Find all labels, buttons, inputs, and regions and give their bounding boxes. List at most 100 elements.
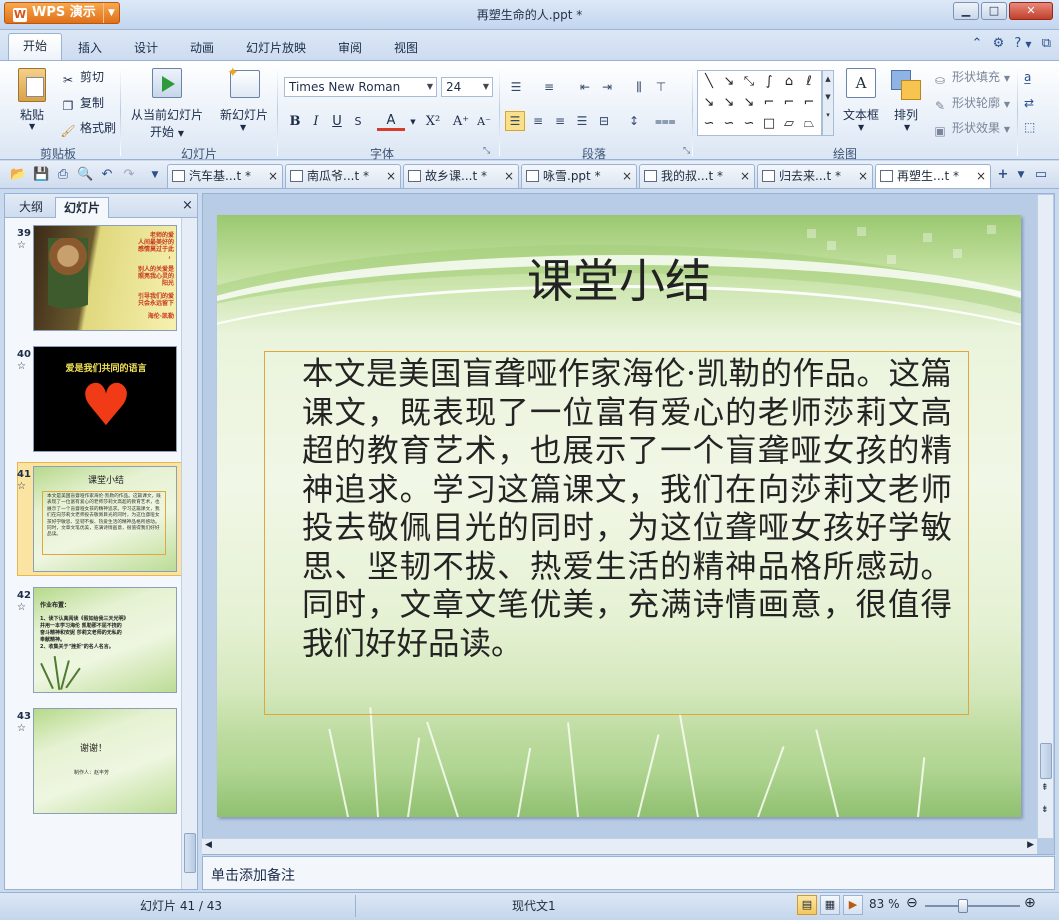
close-tab-icon[interactable]: × [268, 165, 278, 187]
underline-button[interactable]: U [328, 113, 346, 131]
line-shape-icon[interactable]: ╲ [700, 73, 718, 91]
text-direction-button[interactable]: ⫼ [630, 78, 648, 96]
play-from-current-icon[interactable] [152, 68, 182, 98]
bold-button[interactable]: B [286, 113, 304, 131]
help-icon[interactable]: ? [1014, 36, 1021, 51]
paragraph-dialog-launcher-icon[interactable]: ⤡ [683, 146, 690, 156]
shape-outline-button[interactable]: ✎ 形状轮廓 ▼ [932, 94, 1010, 113]
play-from-current-button[interactable]: 从当前幻灯片 [131, 106, 203, 123]
undo-icon[interactable]: ↶ [99, 167, 115, 183]
textbox-dropdown-icon[interactable]: ▼ [858, 123, 864, 132]
superscript-button[interactable]: X² [420, 113, 446, 131]
doc-tab[interactable]: 故乡课...t * × [403, 164, 519, 188]
close-tab-icon[interactable]: × [858, 165, 868, 187]
tab-home[interactable]: 开始 [8, 33, 62, 61]
notes-pane[interactable]: 单击添加备注 [202, 856, 1055, 890]
connector-shape-icon[interactable]: ⌐ [760, 94, 778, 112]
align-right-button[interactable]: ≡ [551, 112, 569, 130]
line-spacing-button[interactable]: ↕ [625, 112, 643, 130]
replace-icon[interactable]: ⇄ [1024, 96, 1034, 110]
justify-button[interactable]: ☰ [573, 112, 591, 130]
close-button[interactable]: ✕ [1009, 2, 1053, 20]
arrange-dropdown-icon[interactable]: ▼ [904, 123, 910, 132]
slide-thumbnail[interactable]: 谢谢！ 制作人：赵丰芳 [33, 708, 177, 814]
font-family-select[interactable]: Times New Roman ▼ [284, 77, 437, 97]
elbow-double-shape-icon[interactable]: ↘ [740, 94, 758, 112]
textbox-button[interactable]: 文本框 [843, 106, 879, 123]
help-dropdown-icon[interactable]: ▼ [1025, 40, 1031, 49]
trapezoid-shape-icon[interactable]: ⏢ [800, 115, 818, 133]
shadow-button[interactable]: S [349, 113, 367, 131]
textbox-icon[interactable]: A [846, 68, 876, 98]
scroll-right-icon[interactable]: ▶ [1027, 840, 1034, 850]
double-arrow-shape-icon[interactable]: ⤡ [740, 73, 758, 91]
redo-icon[interactable]: ↷ [121, 167, 137, 183]
tab-slides[interactable]: 幻灯片 [55, 197, 110, 218]
close-tab-icon[interactable]: × [386, 165, 396, 187]
align-left-button[interactable]: ☰ [505, 111, 525, 131]
numbering-button[interactable]: ≡ [540, 78, 558, 96]
close-tab-icon[interactable]: × [976, 165, 986, 187]
doc-tab-active[interactable]: 再塑生...t * × [875, 164, 991, 188]
tab-view[interactable]: 视图 [394, 39, 418, 56]
slide-thumbnail-selected[interactable]: 课堂小结 本文是美国盲聋哑作家海伦·凯勒的作品。这篇课文，既表现了一位富有爱心的… [33, 466, 177, 572]
slideshow-icon[interactable]: ▶ [843, 895, 863, 915]
shrink-font-button[interactable]: A⁻ [474, 113, 494, 131]
decrease-indent-button[interactable]: ⇤ [576, 78, 594, 96]
doc-tab[interactable]: 归去来...t * × [757, 164, 873, 188]
shape-effect-button[interactable]: ▣ 形状效果 ▼ [932, 119, 1010, 138]
save-icon[interactable]: 💾 [33, 167, 49, 183]
format-painter-button[interactable]: 🖌 格式刷 [60, 119, 116, 138]
doc-tab[interactable]: 咏雪.ppt * × [521, 164, 637, 188]
connector-arrow-shape-icon[interactable]: ⌐ [780, 94, 798, 112]
panel-scrollbar[interactable] [181, 218, 197, 889]
curved-connector-shape-icon[interactable]: ∽ [700, 115, 718, 133]
distribute-button[interactable]: ⊟ [595, 112, 613, 130]
rectangle-shape-icon[interactable]: □ [760, 115, 778, 133]
grow-font-button[interactable]: A⁺ [450, 113, 472, 131]
slide-canvas[interactable]: 课堂小结 本文是美国盲聋哑作家海伦·凯勒的作品。这篇课文，既表现了一位富有爱心的… [217, 215, 1021, 817]
zoom-slider-knob[interactable] [958, 899, 968, 913]
slide-thumbnail[interactable]: 作业布置： 1、读下认真阅读《假如给我三天光明》 并用一本学习海伦 凯勒那不屈不… [33, 587, 177, 693]
paste-icon[interactable] [18, 68, 46, 102]
shapes-gallery-scroll[interactable]: ▲ ▼ ▾ [822, 70, 834, 136]
doc-tab[interactable]: 南瓜爷...t * × [285, 164, 401, 188]
font-size-select[interactable]: 24 ▼ [441, 77, 493, 97]
close-panel-icon[interactable]: × [182, 198, 193, 213]
tab-layout-icon[interactable]: ▭ [1033, 167, 1049, 183]
arrow-shape-icon[interactable]: ↘ [720, 73, 738, 91]
close-tab-icon[interactable]: × [504, 165, 514, 187]
close-tab-icon[interactable]: × [740, 165, 750, 187]
quick-access-dropdown-icon[interactable]: ▼ [147, 167, 163, 183]
next-slide-icon[interactable]: ⇟ [1041, 805, 1049, 815]
maximize-button[interactable]: □ [981, 2, 1007, 20]
curve-shape-icon[interactable]: ∫ [760, 73, 778, 91]
print-icon[interactable]: ⎙ [55, 167, 71, 183]
arrange-button[interactable]: 排列 [894, 106, 918, 123]
font-dialog-launcher-icon[interactable]: ⤡ [483, 146, 490, 156]
align-text-button[interactable]: ⊤ [652, 78, 670, 96]
more-ribbon-icon[interactable]: a̲ [1024, 70, 1031, 84]
new-slide-dropdown-icon[interactable]: ▼ [240, 123, 246, 132]
connector-double-shape-icon[interactable]: ⌐ [800, 94, 818, 112]
font-color-button[interactable]: A [377, 113, 405, 131]
vertical-scrollbar[interactable]: ⇞ ⇟ [1037, 195, 1053, 838]
align-center-button[interactable]: ≡ [529, 112, 547, 130]
horizontal-scrollbar[interactable]: ◀ ▶ [202, 838, 1037, 854]
tab-design[interactable]: 设计 [134, 39, 158, 56]
skin-icon[interactable]: ⚙ [993, 36, 1005, 51]
tab-slideshow[interactable]: 幻灯片放映 [246, 39, 306, 56]
slide-thumbnail[interactable]: 老师的爱 人间最美好的 感情莫过于此 ， 别人的关爱是 照亮我心灵的 阳光 引导… [33, 225, 177, 331]
prev-slide-icon[interactable]: ⇞ [1041, 783, 1049, 793]
slide-sorter-icon[interactable]: ▦ [820, 895, 840, 915]
paste-dropdown-icon[interactable]: ▼ [29, 122, 35, 131]
play-from-current-label-2[interactable]: 开始 ▼ [150, 123, 184, 140]
scroll-left-icon[interactable]: ◀ [205, 840, 212, 850]
shape-fill-button[interactable]: ⛀ 形状填充 ▼ [932, 68, 1010, 87]
close-tab-icon[interactable]: × [622, 165, 632, 187]
normal-view-icon[interactable]: ▤ [797, 895, 817, 915]
open-folder-icon[interactable]: 📂 [10, 167, 26, 183]
freeform-shape-icon[interactable]: ⌂ [780, 73, 798, 91]
increase-indent-button[interactable]: ⇥ [598, 78, 616, 96]
shapes-gallery[interactable]: ╲ ↘ ⤡ ∫ ⌂ ℓ ↘ ↘ ↘ ⌐ ⌐ ⌐ ∽ ∽ ∽ □ ▱ ⏢ [697, 70, 822, 136]
